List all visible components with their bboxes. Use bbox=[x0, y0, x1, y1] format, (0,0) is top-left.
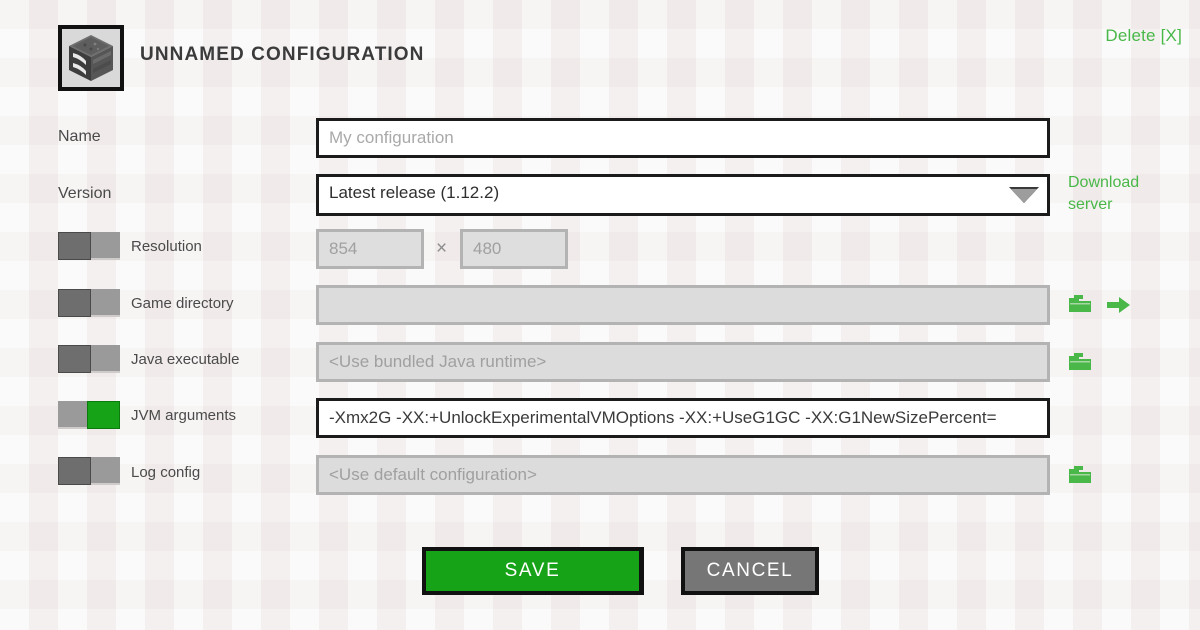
folder-icon[interactable] bbox=[1068, 352, 1092, 374]
jvm-arguments-label: JVM arguments bbox=[131, 407, 237, 424]
chevron-down-icon bbox=[1011, 189, 1037, 203]
folder-icon[interactable] bbox=[1068, 294, 1092, 316]
game-directory-input[interactable] bbox=[316, 285, 1050, 325]
log-config-input[interactable]: <Use default configuration> bbox=[316, 455, 1050, 495]
version-label: Version bbox=[58, 185, 112, 202]
minecraft-block-icon bbox=[58, 25, 124, 91]
folder-icon[interactable] bbox=[1068, 465, 1092, 487]
toggle-knob bbox=[58, 457, 91, 485]
log-config-label: Log config bbox=[131, 464, 201, 481]
game-directory-toggle[interactable] bbox=[58, 289, 120, 319]
header: UNNAMED CONFIGURATION Delete [X] bbox=[0, 0, 1200, 110]
arrow-right-icon[interactable] bbox=[1107, 296, 1131, 314]
resolution-separator: × bbox=[436, 238, 448, 259]
toggle-knob bbox=[58, 232, 91, 260]
java-executable-label: Java executable bbox=[131, 351, 240, 368]
log-config-toggle[interactable] bbox=[58, 457, 120, 487]
download-server-link[interactable]: Download server bbox=[1068, 172, 1188, 216]
resolution-toggle[interactable] bbox=[58, 232, 120, 262]
toggle-knob bbox=[58, 289, 91, 317]
java-executable-input[interactable]: <Use bundled Java runtime> bbox=[316, 342, 1050, 382]
name-input[interactable]: My configuration bbox=[316, 118, 1050, 158]
delete-configuration-link[interactable]: Delete [X] bbox=[1105, 26, 1182, 46]
version-selected-value: Latest release (1.12.2) bbox=[329, 183, 500, 202]
java-executable-toggle[interactable] bbox=[58, 345, 120, 375]
game-directory-label: Game directory bbox=[131, 295, 234, 312]
save-button[interactable]: SAVE bbox=[422, 547, 644, 595]
resolution-label: Resolution bbox=[131, 238, 202, 255]
page-title: UNNAMED CONFIGURATION bbox=[140, 44, 425, 65]
toggle-knob bbox=[87, 401, 120, 429]
jvm-arguments-toggle[interactable] bbox=[58, 401, 120, 431]
name-label: Name bbox=[58, 128, 101, 145]
cancel-button[interactable]: CANCEL bbox=[681, 547, 819, 595]
toggle-knob bbox=[58, 345, 91, 373]
resolution-height-input[interactable]: 480 bbox=[460, 229, 568, 269]
jvm-arguments-input[interactable]: -Xmx2G -XX:+UnlockExperimentalVMOptions … bbox=[316, 398, 1050, 438]
version-select[interactable]: Latest release (1.12.2) bbox=[316, 174, 1050, 216]
resolution-width-input[interactable]: 854 bbox=[316, 229, 424, 269]
